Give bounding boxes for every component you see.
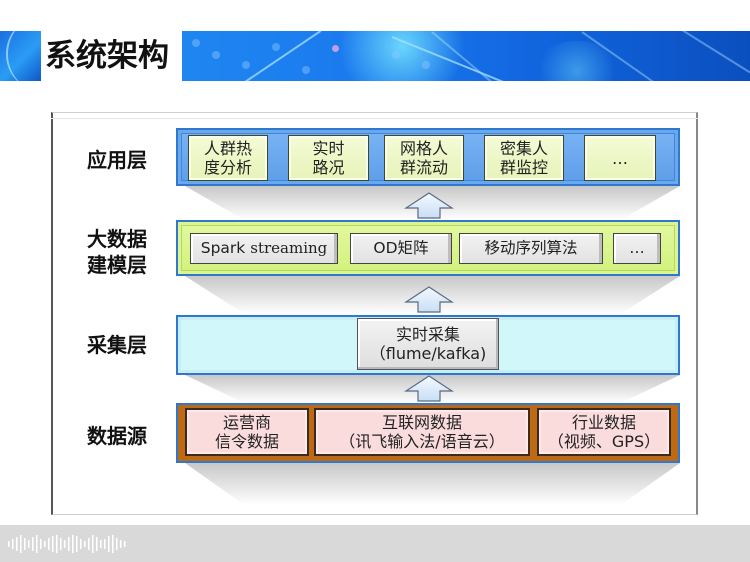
banner-glow <box>532 41 622 81</box>
banner-dot <box>302 66 310 74</box>
banner-dot <box>212 51 220 59</box>
banner-dot <box>242 61 250 69</box>
banner-dot <box>392 51 400 59</box>
soundwave-bar <box>88 538 90 550</box>
box-line: 实时 <box>312 139 345 158</box>
soundwave-bar <box>28 540 30 548</box>
soundwave-bar <box>72 535 74 553</box>
source-item-carrier-signaling: 运营商 信令数据 <box>185 408 309 456</box>
footer-bar <box>0 525 750 562</box>
model-item-spark-streaming: Spark streaming <box>190 233 338 264</box>
soundwave-bar <box>100 540 102 548</box>
soundwave-bar <box>60 538 62 550</box>
banner-dot <box>332 45 339 52</box>
layer-label-line: 应用层 <box>87 148 147 172</box>
layer-label-line: 大数据 <box>87 227 147 251</box>
header-banner-right <box>182 31 750 81</box>
soundwave-bar <box>108 536 110 552</box>
soundwave-bar <box>16 537 18 551</box>
box-line: （flume/kafka) <box>369 344 487 363</box>
soundwave-bar <box>52 536 54 552</box>
up-arrow-icon <box>404 375 454 402</box>
header-banner-left <box>0 31 41 81</box>
model-item-more: … <box>613 233 661 264</box>
soundwave-bar <box>112 535 114 553</box>
banner-dot <box>272 43 280 51</box>
box-line: 密集人 <box>499 139 548 158</box>
box-line: 实时采集 <box>395 325 460 344</box>
app-item-dense-crowd-monitor: 密集人 群监控 <box>484 135 564 181</box>
soundwave-bar <box>116 538 118 550</box>
box-line: 行业数据 <box>571 413 636 432</box>
box-line: （讯飞输入法/语音云） <box>339 432 505 451</box>
app-item-more: … <box>584 135 656 181</box>
up-arrow-icon <box>404 192 454 219</box>
box-line: 群流动 <box>399 158 448 177</box>
box-line: 运营商 <box>222 413 271 432</box>
banner-glow <box>332 31 472 81</box>
app-item-crowd-heat-analysis: 人群热 度分析 <box>188 135 268 181</box>
layer-label-line: 采集层 <box>87 333 147 357</box>
source-item-internet-data: 互联网数据 （讯飞输入法/语音云） <box>314 408 530 456</box>
box-line: 群监控 <box>499 158 548 177</box>
app-item-grid-crowd-flow: 网格人 群流动 <box>384 135 464 181</box>
soundwave-bar <box>120 540 122 548</box>
layer-label-modeling: 大数据 建模层 <box>62 226 172 278</box>
soundwave-bar <box>64 540 66 548</box>
layer-shadow <box>185 463 680 505</box>
box-line: 网格人 <box>399 139 448 158</box>
box-line: 路况 <box>312 158 345 177</box>
soundwave-bar <box>84 541 86 547</box>
soundwave-bar <box>20 535 22 553</box>
layer-label-application: 应用层 <box>62 147 172 173</box>
source-item-industry-data: 行业数据 （视频、GPS） <box>537 408 671 456</box>
page-title: 系统架构 <box>45 38 169 74</box>
layer-label-collection: 采集层 <box>62 332 172 358</box>
soundwave-bar <box>8 541 10 547</box>
soundwave-bar <box>96 537 98 551</box>
soundwave-bar <box>124 541 126 547</box>
box-line: 度分析 <box>203 158 252 177</box>
soundwave-bar <box>32 537 34 551</box>
soundwave-bar <box>48 538 50 550</box>
soundwave-bar <box>44 541 46 547</box>
box-line: 互联网数据 <box>381 413 462 432</box>
box-line-suffix: streaming <box>250 239 328 257</box>
soundwave-bar <box>56 535 58 553</box>
soundwave-bar <box>68 537 70 551</box>
app-item-realtime-traffic: 实时 路况 <box>288 135 369 181</box>
box-line: 信令数据 <box>214 432 279 451</box>
soundwave-bar <box>76 536 78 552</box>
layer-label-line: 建模层 <box>87 253 147 277</box>
soundwave-bar <box>24 538 26 550</box>
frame-divider <box>51 118 698 119</box>
banner-ray <box>241 31 322 81</box>
soundwave-bar <box>36 535 38 553</box>
box-line: … <box>629 239 645 257</box>
box-line: Spark <box>200 239 246 257</box>
box-line: 人群热 <box>203 139 252 158</box>
box-line: 移动序列算法 <box>484 239 578 257</box>
model-item-mobile-sequence-algorithm: 移动序列算法 <box>459 233 603 264</box>
box-line: … <box>612 148 628 168</box>
soundwave-bar <box>40 539 42 549</box>
banner-ray <box>681 31 750 74</box>
model-item-od-matrix: OD矩阵 <box>350 233 452 264</box>
box-line: （视频、GPS） <box>547 432 661 451</box>
collect-item-realtime-collection: 实时采集 （flume/kafka) <box>357 318 499 370</box>
soundwave-bar <box>104 539 106 549</box>
banner-dot <box>422 61 430 69</box>
soundwave-bar <box>80 539 82 549</box>
soundwave-bar <box>92 535 94 553</box>
box-line: OD矩阵 <box>373 239 429 257</box>
soundwave-logo-icon <box>8 535 126 553</box>
soundwave-bar <box>12 539 14 549</box>
banner-dot <box>192 39 200 47</box>
layer-label-line: 数据源 <box>87 424 147 448</box>
layer-label-data-source: 数据源 <box>62 423 172 449</box>
up-arrow-icon <box>404 286 454 313</box>
